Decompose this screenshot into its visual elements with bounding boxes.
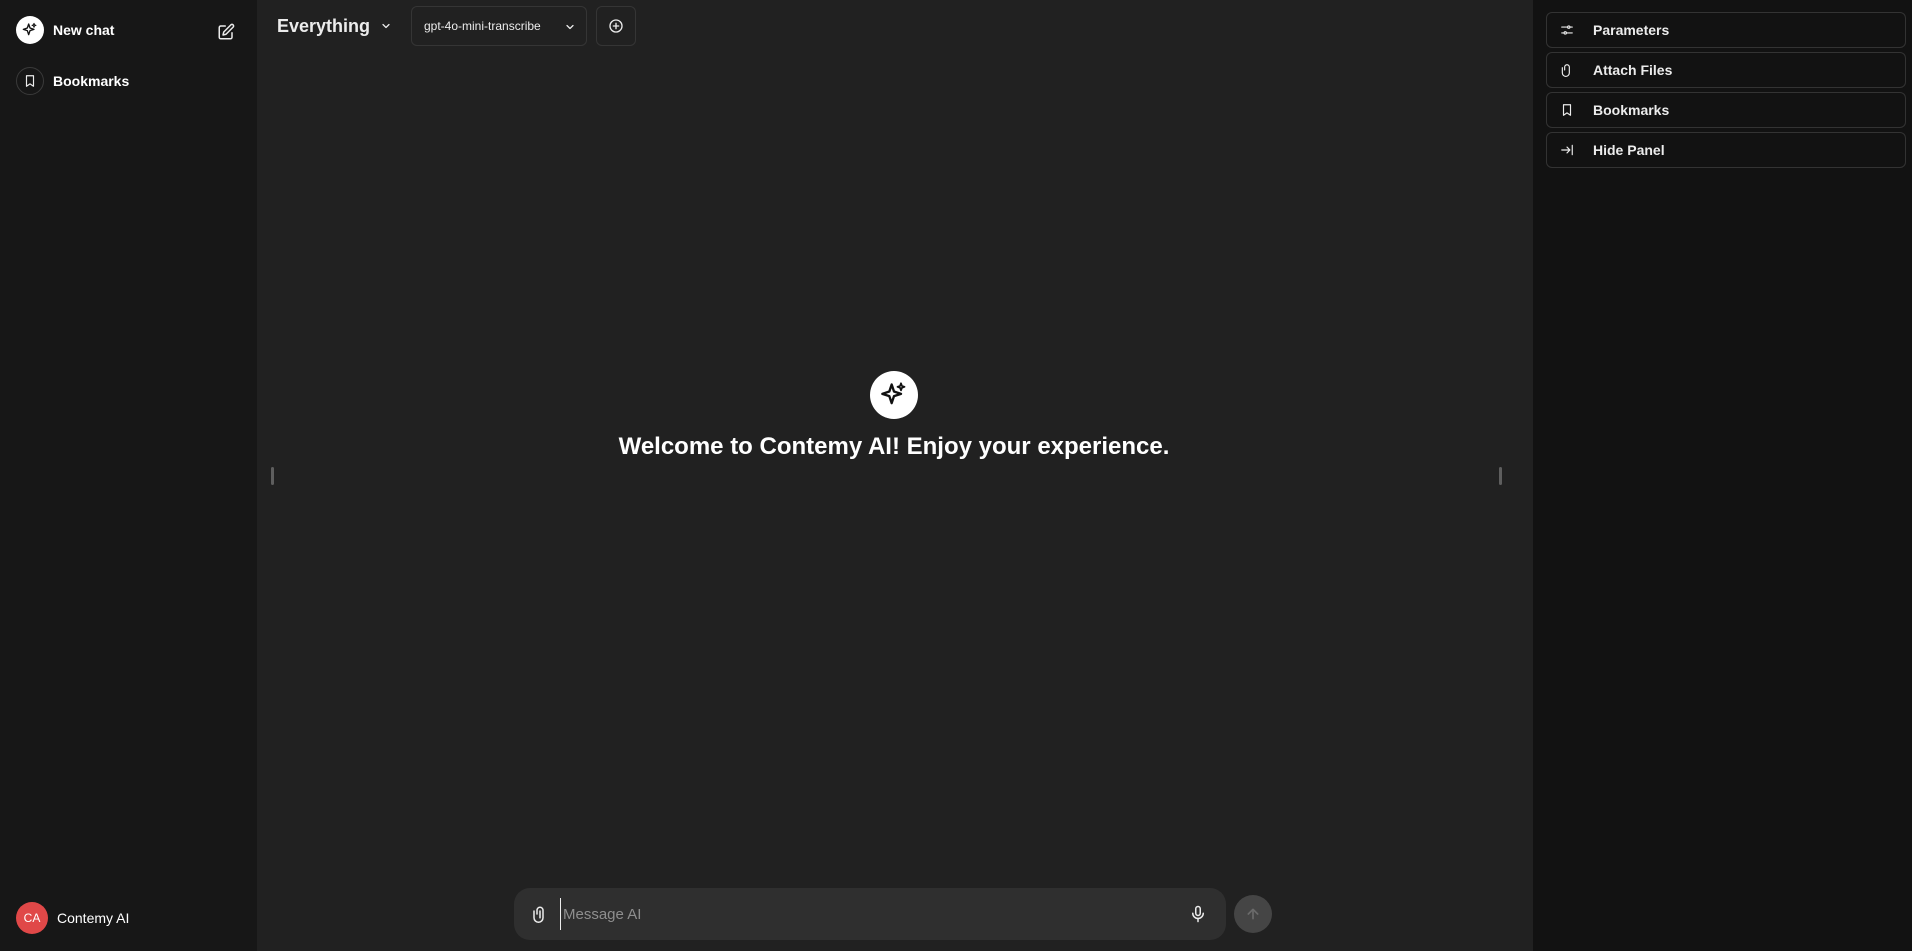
right-resize-handle[interactable] xyxy=(1499,467,1502,485)
model-name: gpt-4o-mini-transcribe xyxy=(424,19,541,33)
bookmark-icon xyxy=(16,67,44,95)
right-panel: Parameters Attach Files Bookmarks Hide P… xyxy=(1533,0,1912,951)
user-name: Contemy AI xyxy=(57,910,130,926)
left-resize-handle[interactable] xyxy=(271,467,274,485)
compose-edit-icon[interactable] xyxy=(214,20,238,44)
hide-panel-button[interactable]: Hide Panel xyxy=(1546,132,1906,168)
user-profile[interactable]: CA Contemy AI xyxy=(16,902,129,934)
bookmark-icon xyxy=(1559,102,1575,118)
send-button[interactable] xyxy=(1234,895,1272,933)
arrow-up-icon xyxy=(1247,908,1259,920)
page-title: Everything xyxy=(277,15,371,36)
attach-files-button[interactable]: Attach Files xyxy=(1546,52,1906,88)
microphone-icon[interactable] xyxy=(1186,902,1210,926)
parameters-label: Parameters xyxy=(1593,22,1670,38)
model-selector[interactable]: gpt-4o-mini-transcribe xyxy=(411,6,587,46)
workspace-selector[interactable]: Everything xyxy=(277,13,392,39)
avatar: CA xyxy=(16,902,48,934)
chevron-down-icon xyxy=(380,20,392,32)
bookmarks-button[interactable]: Bookmarks xyxy=(1546,92,1906,128)
parameters-button[interactable]: Parameters xyxy=(1546,12,1906,48)
welcome-message: Welcome to Contemy AI! Enjoy your experi… xyxy=(618,433,1170,460)
sidebar-item-label: Bookmarks xyxy=(53,73,130,89)
sidebar-item-bookmarks[interactable]: Bookmarks xyxy=(16,67,129,95)
sparkle-logo-icon xyxy=(870,371,918,419)
attach-files-label: Attach Files xyxy=(1593,62,1673,78)
left-sidebar: New chat Bookmarks CA Contemy AI xyxy=(0,0,257,951)
chevron-down-icon xyxy=(564,20,576,38)
sparkle-logo-icon xyxy=(16,16,44,44)
new-chat-button[interactable]: New chat xyxy=(16,16,114,44)
arrow-to-right-icon xyxy=(1559,142,1575,158)
bookmarks-label: Bookmarks xyxy=(1593,102,1670,118)
message-composer xyxy=(514,888,1226,940)
message-input[interactable] xyxy=(560,898,1160,930)
plus-circle-icon xyxy=(609,19,623,33)
hide-panel-label: Hide Panel xyxy=(1593,142,1665,158)
paperclip-icon[interactable] xyxy=(528,902,552,926)
main-chat-area: Everything gpt-4o-mini-transcribe Welcom… xyxy=(257,0,1533,951)
add-model-button[interactable] xyxy=(596,6,636,46)
sliders-icon xyxy=(1559,22,1575,38)
paperclip-icon xyxy=(1559,62,1575,78)
new-chat-label: New chat xyxy=(53,22,115,38)
